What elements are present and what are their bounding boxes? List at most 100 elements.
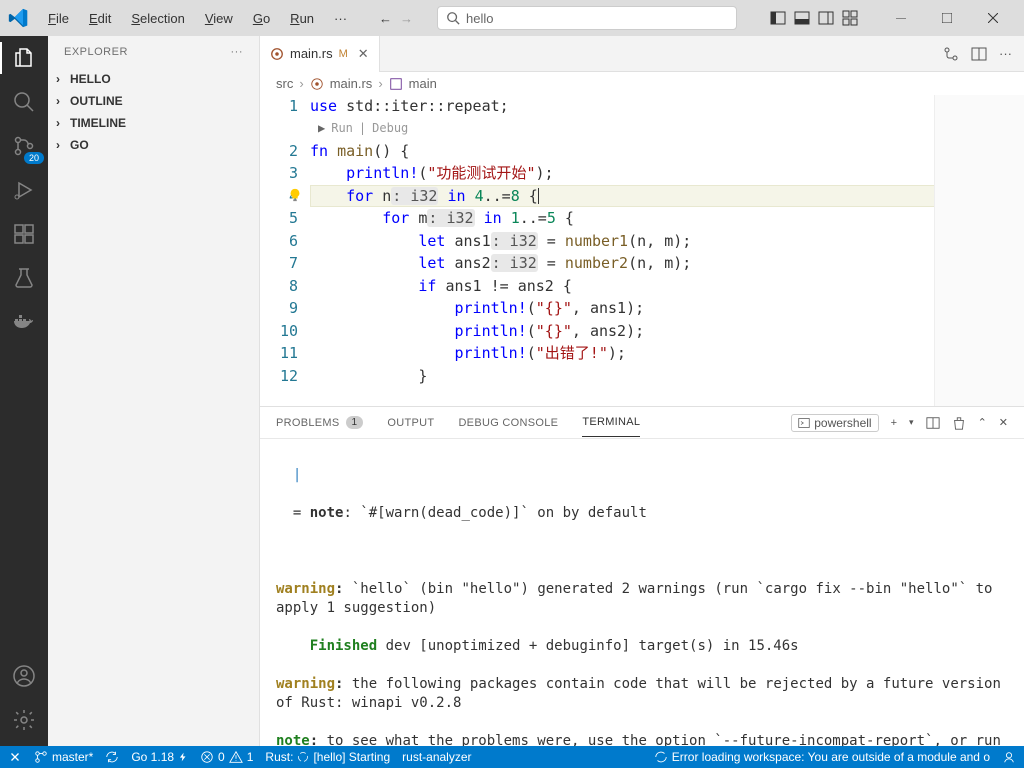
status-rust[interactable]: Rust:[hello] Starting	[265, 750, 390, 764]
error-icon	[200, 750, 214, 764]
remote-icon	[8, 750, 22, 764]
editor-more-icon[interactable]: ···	[999, 46, 1012, 62]
layout-sidebar-left-icon[interactable]	[770, 10, 786, 26]
menu-selection[interactable]: Selection	[123, 7, 192, 30]
beaker-icon	[12, 266, 36, 290]
panel-chevron-up-icon[interactable]: ⌃	[978, 416, 987, 429]
search-icon	[446, 11, 460, 25]
tab-bar: main.rs M ✕ ···	[260, 36, 1024, 72]
status-sync[interactable]	[105, 750, 119, 764]
compare-changes-icon[interactable]	[943, 46, 959, 62]
activity-docker[interactable]	[10, 308, 38, 336]
chevron-right-icon: ›	[56, 138, 66, 152]
terminal[interactable]: | = note: `#[warn(dead_code)]` on by def…	[260, 439, 1024, 746]
titlebar: File Edit Selection View Go Run ··· ← → …	[0, 0, 1024, 36]
maximize-button[interactable]	[924, 2, 970, 34]
warning-icon	[229, 750, 243, 764]
sidebar-section-timeline[interactable]: ›TIMELINE	[48, 112, 259, 134]
customize-layout-icon[interactable]	[842, 10, 858, 26]
sync-icon	[654, 750, 668, 764]
breadcrumb[interactable]: src › main.rs › main	[260, 72, 1024, 95]
activity-testing[interactable]	[10, 264, 38, 292]
kill-terminal-icon[interactable]	[952, 416, 966, 430]
tab-close-icon[interactable]: ✕	[358, 46, 369, 62]
sidebar-header: EXPLORER ···	[48, 36, 259, 68]
files-icon	[12, 46, 36, 70]
layout-panel-icon[interactable]	[794, 10, 810, 26]
tab-main-rs[interactable]: main.rs M ✕	[260, 36, 380, 72]
sidebar-section-go[interactable]: ›GO	[48, 134, 259, 156]
lightbulb-icon[interactable]	[288, 188, 302, 202]
line-gutter: 1 2 3 4 5 6 7 8 9 10 11 12	[260, 95, 310, 406]
code-content[interactable]: use std::iter::repeat; ▶Run | Debug fn m…	[310, 95, 1024, 406]
split-terminal-icon[interactable]	[926, 416, 940, 430]
minimap[interactable]	[934, 95, 1024, 406]
sidebar-more-icon[interactable]: ···	[231, 46, 244, 58]
search-icon	[12, 90, 36, 114]
chevron-right-icon: ›	[56, 72, 66, 86]
terminal-icon	[798, 417, 810, 429]
editor-area: main.rs M ✕ ··· src › main.rs › main 1	[260, 36, 1024, 746]
menu-run[interactable]: Run	[282, 7, 322, 30]
panel-close-icon[interactable]: ✕	[999, 416, 1008, 429]
vscode-logo-icon	[8, 8, 28, 28]
symbol-function-icon	[389, 77, 403, 91]
command-center[interactable]: hello	[437, 6, 737, 30]
feedback-icon	[1002, 750, 1016, 764]
status-problems[interactable]: 0 1	[200, 750, 253, 764]
account-icon	[12, 664, 36, 688]
scm-badge: 20	[24, 152, 44, 164]
status-error-msg[interactable]: Error loading workspace: You are outside…	[654, 750, 990, 764]
nav-forward-icon[interactable]: →	[400, 11, 413, 26]
rust-file-icon	[310, 77, 324, 91]
panel-tab-problems[interactable]: PROBLEMS1	[276, 408, 363, 437]
menu-overflow[interactable]: ···	[326, 7, 355, 30]
terminal-selector[interactable]: powershell	[791, 414, 878, 432]
activity-accounts[interactable]	[10, 662, 38, 690]
sync-icon	[105, 750, 119, 764]
menu-file[interactable]: File	[40, 7, 77, 30]
menu-view[interactable]: View	[197, 7, 241, 30]
close-button[interactable]	[970, 2, 1016, 34]
status-go[interactable]: Go 1.18	[131, 750, 188, 764]
nav-back-icon[interactable]: ←	[379, 11, 392, 26]
panel-tab-output[interactable]: OUTPUT	[387, 409, 434, 437]
codelens[interactable]: ▶Run | Debug	[310, 118, 1024, 140]
code-editor[interactable]: 1 2 3 4 5 6 7 8 9 10 11 12 use std::iter…	[260, 95, 1024, 406]
tab-filename: main.rs	[290, 46, 333, 61]
status-analyzer[interactable]: rust-analyzer	[402, 750, 471, 764]
activity-explorer[interactable]	[10, 44, 38, 72]
sidebar-section-hello[interactable]: ›HELLO	[48, 68, 259, 90]
gear-icon	[12, 708, 36, 732]
status-remote[interactable]	[8, 750, 22, 764]
sidebar-section-outline[interactable]: ›OUTLINE	[48, 90, 259, 112]
terminal-dropdown-icon[interactable]: ▾	[909, 417, 914, 428]
activity-run-debug[interactable]	[10, 176, 38, 204]
bolt-icon	[178, 752, 188, 762]
chevron-right-icon: ›	[56, 116, 66, 130]
status-branch[interactable]: master*	[34, 750, 93, 764]
branch-icon	[34, 750, 48, 764]
sidebar-title: EXPLORER	[64, 46, 128, 58]
sidebar: EXPLORER ··· ›HELLO ›OUTLINE ›TIMELINE ›…	[48, 36, 260, 746]
activity-extensions[interactable]	[10, 220, 38, 248]
panel-tab-debug-console[interactable]: DEBUG CONSOLE	[458, 409, 558, 437]
bottom-panel: PROBLEMS1 OUTPUT DEBUG CONSOLE TERMINAL …	[260, 406, 1024, 746]
activity-source-control[interactable]: 20	[10, 132, 38, 160]
panel-tab-terminal[interactable]: TERMINAL	[582, 408, 640, 437]
new-terminal-icon[interactable]: +	[891, 417, 897, 429]
activity-settings[interactable]	[10, 706, 38, 734]
chevron-right-icon: ›	[56, 94, 66, 108]
debug-icon	[12, 178, 36, 202]
layout-sidebar-right-icon[interactable]	[818, 10, 834, 26]
activity-search[interactable]	[10, 88, 38, 116]
menu-go[interactable]: Go	[245, 7, 278, 30]
docker-icon	[12, 310, 36, 334]
minimize-button[interactable]	[878, 2, 924, 34]
status-feedback[interactable]	[1002, 750, 1016, 764]
panel-tabs: PROBLEMS1 OUTPUT DEBUG CONSOLE TERMINAL …	[260, 407, 1024, 439]
menu-edit[interactable]: Edit	[81, 7, 119, 30]
split-editor-icon[interactable]	[971, 46, 987, 62]
search-text: hello	[466, 11, 493, 26]
rust-file-icon	[270, 47, 284, 61]
